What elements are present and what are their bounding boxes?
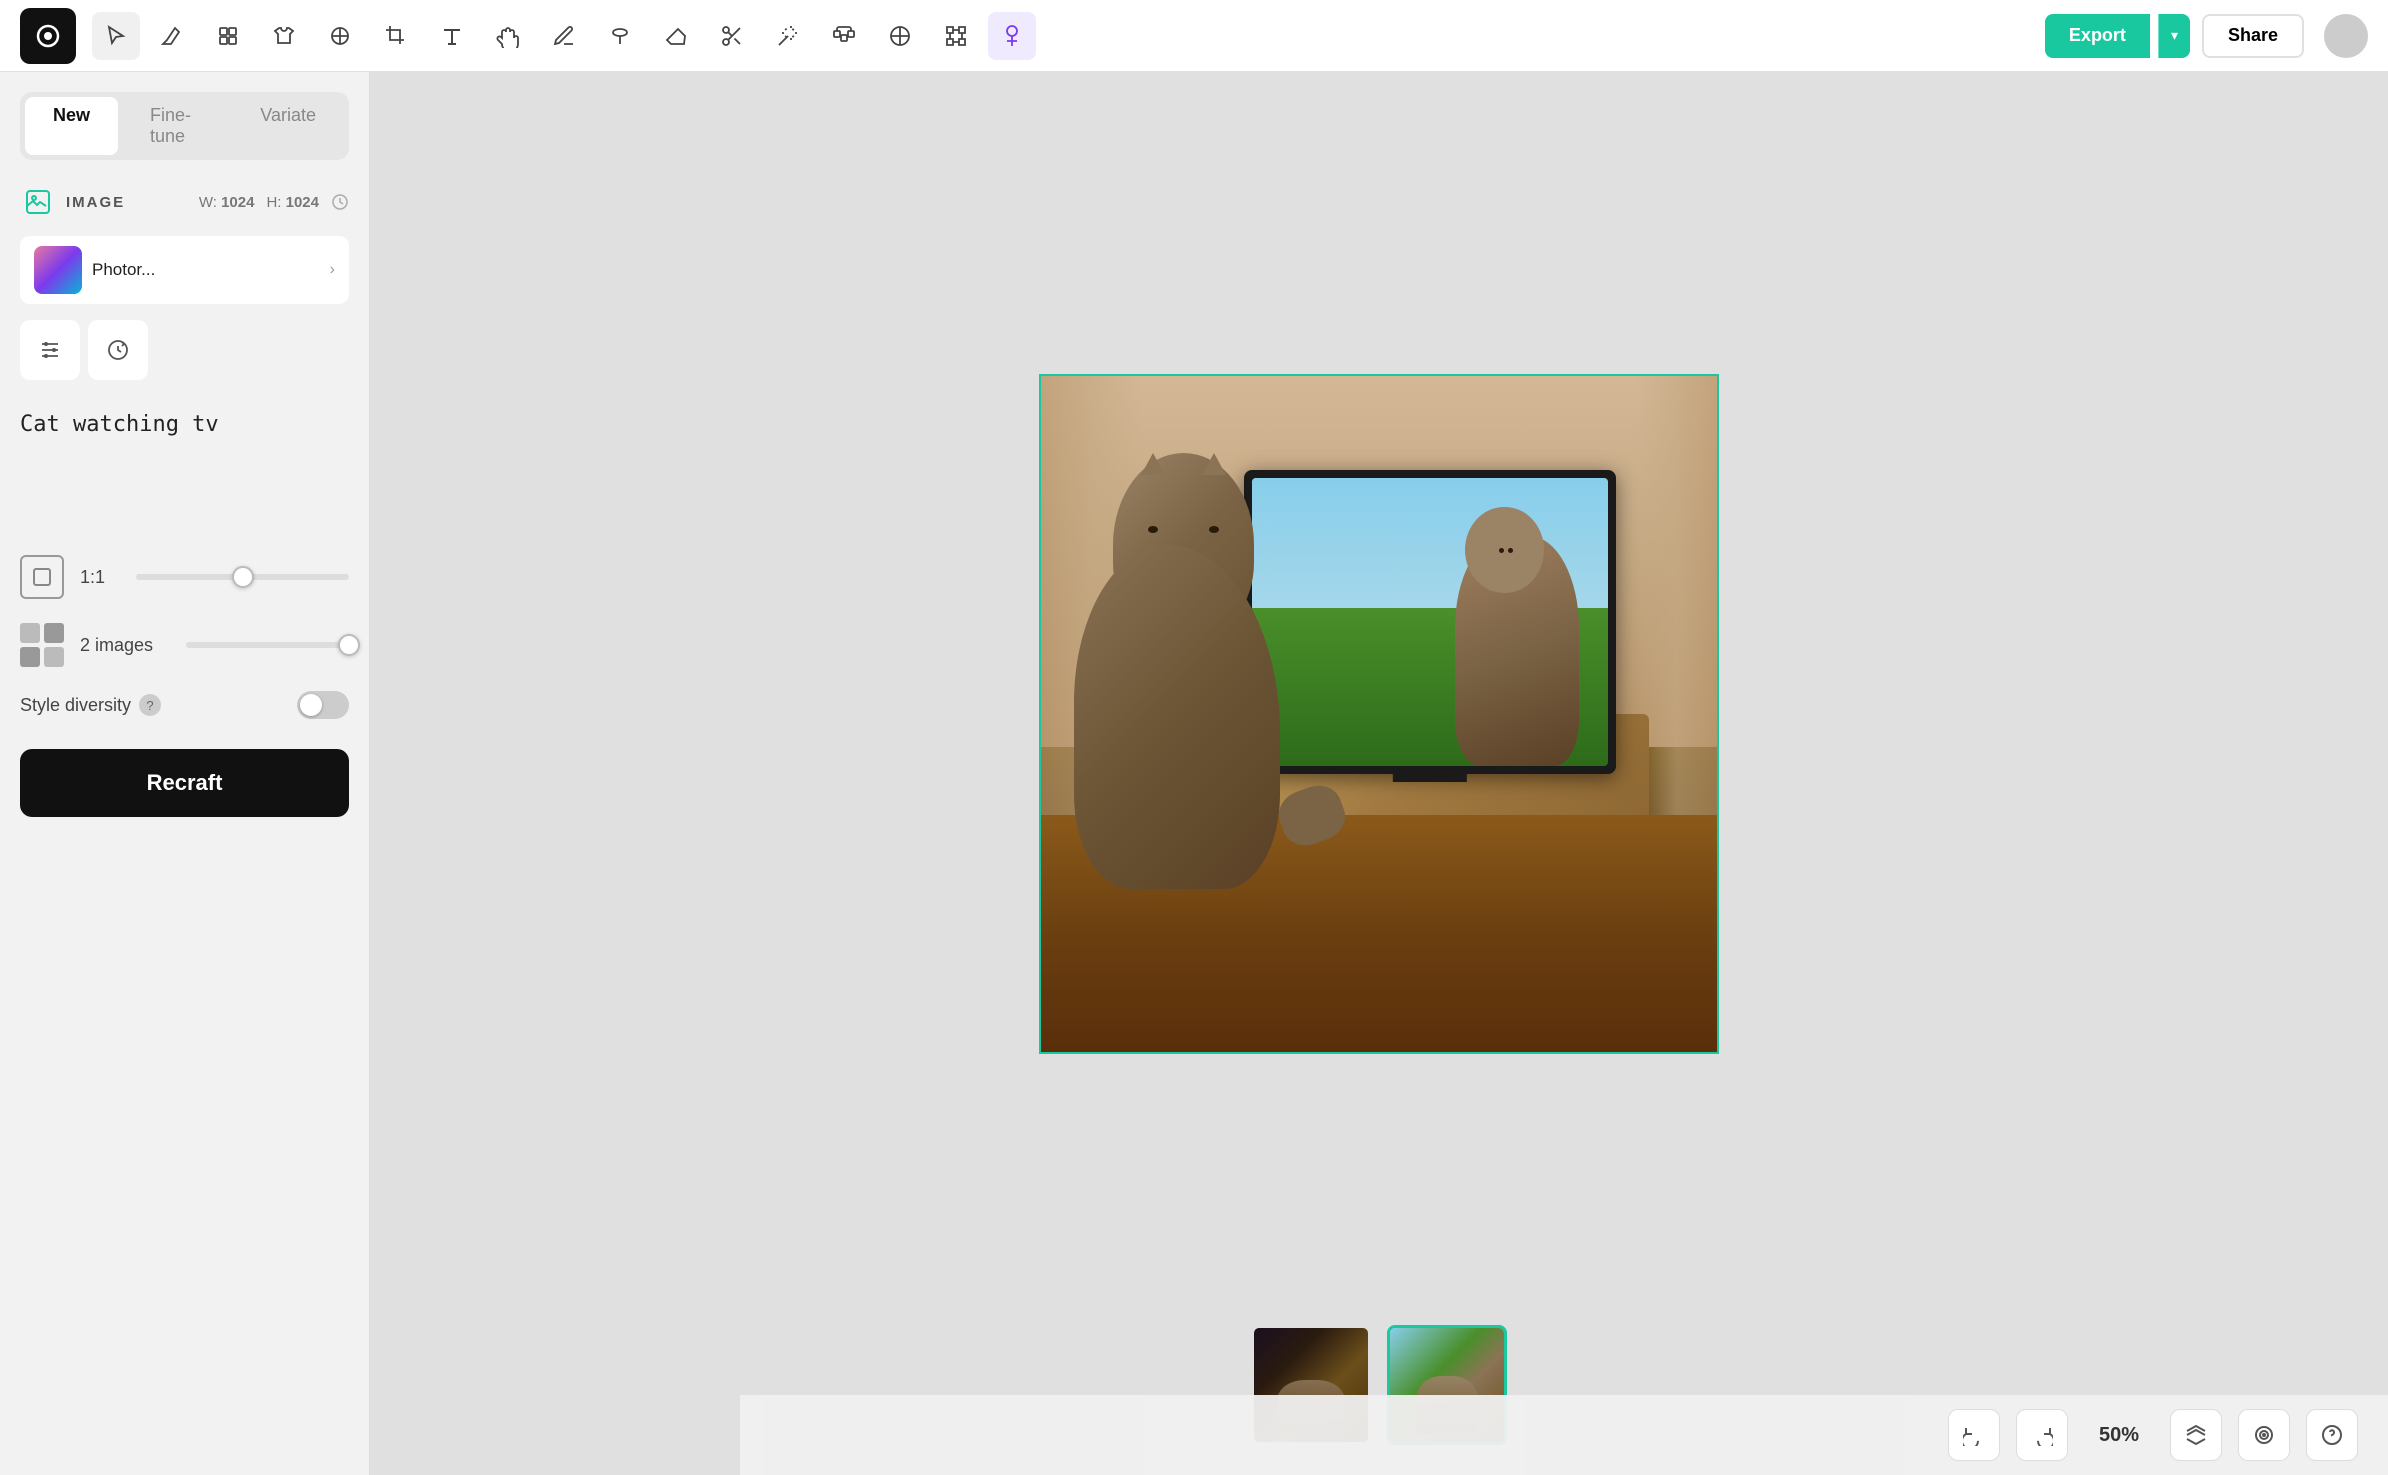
main-image-container[interactable]: [1039, 374, 1719, 1054]
effects-button[interactable]: [2238, 1409, 2290, 1461]
segment-tool[interactable]: [876, 12, 924, 60]
dimensions-icon: [331, 193, 349, 211]
image-count-label: 2 images: [80, 635, 170, 656]
section-label-text: IMAGE: [66, 194, 125, 211]
style-diversity-label: Style diversity ?: [20, 694, 161, 716]
select-tool[interactable]: [92, 12, 140, 60]
recraft-ai-tool[interactable]: [204, 12, 252, 60]
count-icon: [20, 623, 64, 667]
cat-ear-right: [1202, 453, 1226, 475]
cat-body: [1074, 545, 1280, 890]
main-image[interactable]: [1039, 374, 1719, 1054]
group-tool[interactable]: [820, 12, 868, 60]
help-button[interactable]: [2306, 1409, 2358, 1461]
pattern-tool[interactable]: [316, 12, 364, 60]
cat-ear-left: [1141, 453, 1165, 475]
tab-finetune[interactable]: Fine-tune: [122, 97, 228, 155]
hand-tool[interactable]: [484, 12, 532, 60]
export-button[interactable]: Export: [2045, 14, 2150, 58]
aspect-ratio-slider[interactable]: [136, 574, 349, 580]
image-count-slider[interactable]: [186, 642, 349, 648]
cat-eye-right: [1209, 526, 1219, 533]
eraser-tool[interactable]: [652, 12, 700, 60]
text-tool[interactable]: [428, 12, 476, 60]
wand-tool[interactable]: [764, 12, 812, 60]
export-dropdown-button[interactable]: ▾: [2158, 14, 2190, 58]
canvas-area[interactable]: 50%: [370, 72, 2388, 1475]
tv-cat-eye-left: [1499, 548, 1504, 553]
toolbar: Export ▾ Share: [0, 0, 2388, 72]
share-button[interactable]: Share: [2202, 14, 2304, 58]
user-avatar[interactable]: [2324, 14, 2368, 58]
cat-scene-illustration: [1041, 376, 1717, 1052]
tab-new[interactable]: New: [25, 97, 118, 155]
style-chevron-icon: ›: [330, 261, 335, 279]
layers-button[interactable]: [2170, 1409, 2222, 1461]
style-diversity-row: Style diversity ?: [20, 691, 349, 719]
style-name: Photor...: [92, 260, 155, 280]
tv-cat-head: [1465, 507, 1543, 593]
aspect-ratio-label: 1:1: [80, 567, 120, 588]
tab-variate[interactable]: Variate: [232, 97, 344, 155]
style-controls: [20, 320, 349, 380]
image-section-icon: [20, 184, 56, 220]
aspect-ratio-icon: [20, 555, 64, 599]
vectorize-tool[interactable]: [932, 12, 980, 60]
redo-button[interactable]: [2016, 1409, 2068, 1461]
app-logo[interactable]: [20, 8, 76, 64]
diversity-help-icon[interactable]: ?: [139, 694, 161, 716]
style-random-button[interactable]: [88, 320, 148, 380]
left-panel: New Fine-tune Variate IMAGE W: 1024 H: 1…: [0, 72, 370, 1475]
width-label: W: 1024: [199, 194, 255, 211]
tv-base: [1393, 774, 1467, 782]
bottom-bar: 50%: [740, 1395, 2388, 1475]
vector-tool[interactable]: [148, 12, 196, 60]
toggle-knob: [300, 694, 322, 716]
image-count-row: 2 images: [20, 623, 349, 667]
lasso-tool[interactable]: [596, 12, 644, 60]
height-label: H: 1024: [266, 194, 319, 211]
prompt-input[interactable]: Cat watching tv: [20, 400, 349, 520]
cat-eye-left: [1148, 526, 1158, 533]
style-thumbnail: [34, 246, 82, 294]
ai-active-tool[interactable]: [988, 12, 1036, 60]
zoom-display: 50%: [2084, 1424, 2154, 1447]
style-diversity-toggle[interactable]: [297, 691, 349, 719]
scissors-tool[interactable]: [708, 12, 756, 60]
style-settings-button[interactable]: [20, 320, 80, 380]
shirt-tool[interactable]: [260, 12, 308, 60]
aspect-ratio-row: 1:1: [20, 555, 349, 599]
section-header: IMAGE W: 1024 H: 1024: [20, 184, 349, 220]
recraft-button[interactable]: Recraft: [20, 749, 349, 817]
crop-tool[interactable]: [372, 12, 420, 60]
panel-tabs: New Fine-tune Variate: [20, 92, 349, 160]
undo-button[interactable]: [1948, 1409, 2000, 1461]
pencil-tool[interactable]: [540, 12, 588, 60]
tv-cat-eye-right: [1508, 548, 1513, 553]
style-selector[interactable]: Photor... ›: [20, 236, 349, 304]
image-dimensions: W: 1024 H: 1024: [199, 193, 349, 211]
cat-front: [1061, 430, 1318, 890]
